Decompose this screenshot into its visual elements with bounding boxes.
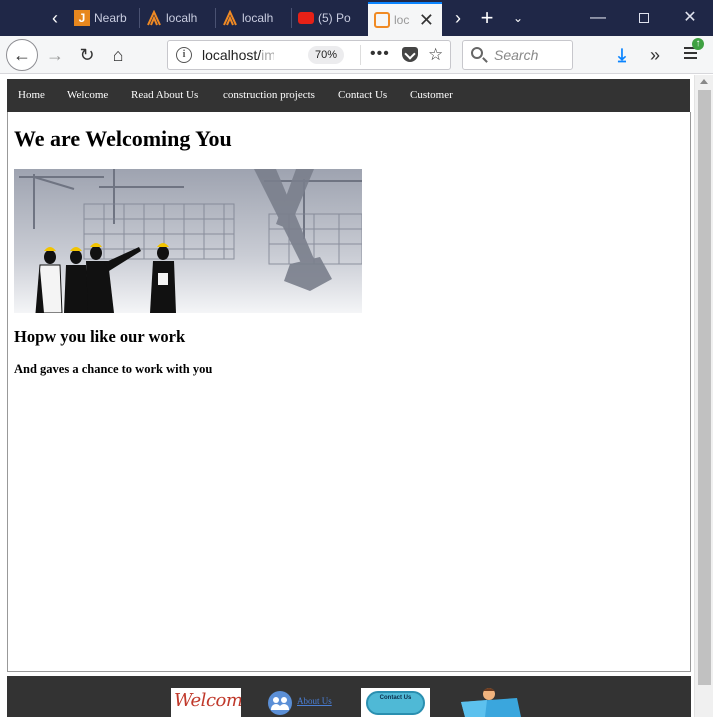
site-info-icon[interactable]: i [176, 47, 192, 63]
welcome-image-text: Welcome! [174, 690, 241, 711]
tab-list-chevron-icon[interactable]: ⌄ [503, 0, 533, 36]
close-window-icon[interactable]: ✕ [667, 0, 713, 36]
tab-5-active[interactable]: loc ✕ [368, 2, 442, 36]
hamburger-menu-icon[interactable]: ↑ [684, 38, 704, 66]
scrollbar-thumb[interactable] [698, 90, 711, 685]
close-tab-icon[interactable]: ✕ [419, 4, 434, 36]
tab-label: localh [166, 11, 198, 25]
tagline: And gaves a chance to work with you [14, 362, 213, 376]
nav-read-about-us[interactable]: Read About Us [131, 79, 198, 112]
site-nav: Home Welcome Read About Us construction … [7, 79, 690, 112]
nav-contact-us[interactable]: Contact Us [338, 79, 387, 112]
tab-scroll-left-icon[interactable]: ‹ [40, 0, 70, 36]
search-placeholder: Search [494, 47, 539, 63]
tab-label: Nearb [94, 11, 127, 25]
tab-bar: ‹ J Nearb localh localh (5) Po loc ✕ › +… [0, 0, 713, 36]
about-us-link[interactable]: About Us [297, 696, 332, 706]
page-actions-icon[interactable]: ••• [370, 41, 390, 67]
search-input[interactable]: Search [462, 40, 573, 70]
contact-image-text: Contact Us [379, 695, 412, 701]
customer-folder-icon[interactable] [457, 688, 523, 717]
tab-label: localh [242, 11, 274, 25]
zoom-level-badge[interactable]: 70% [308, 46, 345, 64]
nav-welcome[interactable]: Welcome [67, 79, 108, 112]
new-tab-icon[interactable]: + [472, 0, 502, 36]
url-text[interactable]: localhost/im [202, 41, 274, 69]
tab-label: (5) Po [318, 11, 351, 25]
search-icon [471, 47, 483, 59]
update-badge-icon: ↑ [692, 38, 704, 50]
xampp-icon [223, 10, 237, 26]
tab-2[interactable]: localh [140, 0, 214, 36]
home-icon[interactable]: ⌂ [103, 40, 133, 70]
reload-icon[interactable]: ↻ [72, 40, 102, 70]
xampp-icon [374, 12, 390, 28]
navigation-toolbar: ← → ↻ ⌂ i localhost/im 70% ••• ☆ Search … [0, 36, 713, 74]
subheading: Hopw you like our work [14, 327, 186, 346]
download-icon[interactable]: ⤓ [612, 43, 632, 67]
tab-1[interactable]: J Nearb [68, 0, 138, 36]
back-arrow-icon[interactable]: ← [6, 39, 38, 71]
bookmark-star-icon[interactable]: ☆ [428, 41, 443, 69]
overflow-chevron-icon[interactable]: » [644, 40, 666, 70]
nav-customer[interactable]: Customer [410, 79, 453, 112]
youtube-icon [298, 12, 314, 24]
hero-image [14, 169, 362, 313]
scroll-up-icon[interactable] [700, 79, 708, 84]
contact-us-image[interactable]: Contact Us [361, 688, 430, 717]
url-bar[interactable]: i localhost/im 70% ••• ☆ [167, 40, 451, 70]
people-icon[interactable] [268, 691, 292, 715]
main-content: We are Welcoming You Hopw you like our w… [7, 112, 691, 672]
site-footer: Welcome! About Us Contact Us [7, 676, 691, 717]
tab-4[interactable]: (5) Po [292, 0, 364, 36]
nav-construction-projects[interactable]: construction projects [223, 79, 315, 112]
vertical-scrollbar[interactable] [694, 75, 713, 717]
page-title: We are Welcoming You [14, 126, 232, 151]
forward-arrow-icon[interactable]: → [40, 40, 70, 70]
url-host: localhost/ [202, 47, 262, 63]
j-icon: J [74, 10, 90, 26]
welcome-image[interactable]: Welcome! [171, 688, 241, 717]
nav-home[interactable]: Home [18, 79, 45, 112]
pocket-icon[interactable] [402, 47, 418, 62]
url-path: im [261, 47, 274, 63]
tab-3[interactable]: localh [216, 0, 290, 36]
tab-scroll-right-icon[interactable]: › [443, 0, 473, 36]
tab-label: loc [394, 13, 410, 27]
minimize-icon[interactable]: — [575, 0, 621, 36]
xampp-icon [147, 10, 161, 26]
maximize-icon[interactable] [621, 0, 667, 36]
